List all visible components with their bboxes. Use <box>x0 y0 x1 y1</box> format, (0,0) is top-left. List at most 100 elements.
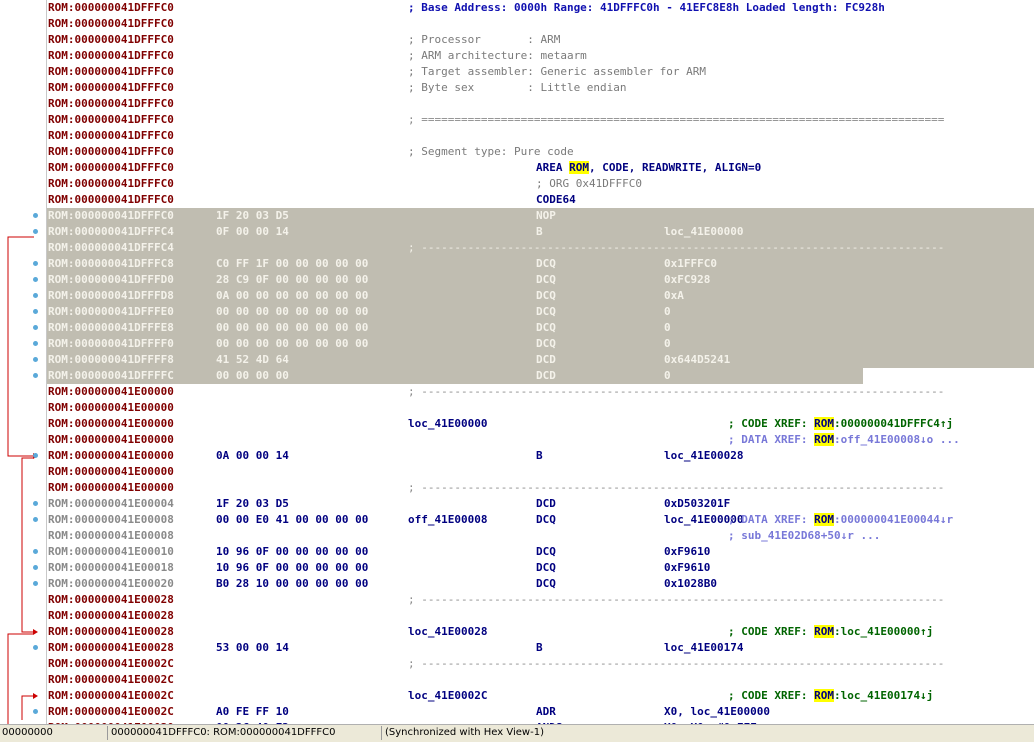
line-dot-icon <box>33 581 38 586</box>
row-operand: 0xF9610 <box>664 545 711 558</box>
row-mnemonic: DCQ <box>536 561 556 574</box>
status-offset: 00000000 <box>2 727 53 738</box>
row-label: loc_41E0002C <box>408 689 488 702</box>
line-dot-icon <box>33 325 38 330</box>
listing-row[interactable]: ROM:000000041E0002C ; -------------------… <box>47 656 1034 672</box>
row-address: ROM:000000041E0002C <box>48 657 174 670</box>
listing-row[interactable]: ROM:000000041DFFFD0 28 C9 0F 00 00 00 00 … <box>47 272 1034 288</box>
listing-row[interactable]: ROM:000000041E00008 ; sub_41E02D68+50↓r .… <box>47 528 1034 544</box>
line-dot-icon <box>33 453 38 458</box>
row-address: ROM:000000041DFFFD0 <box>48 273 174 286</box>
listing-row[interactable]: ROM:000000041DFFFC0 ; ARM architecture: m… <box>47 48 1034 64</box>
listing-row[interactable]: ROM:000000041E00000 ; DATA XREF: ROM:off_… <box>47 432 1034 448</box>
row-address: ROM:000000041DFFFD8 <box>48 289 174 302</box>
listing-row[interactable]: ROM:000000041E00028 <box>47 608 1034 624</box>
status-bar: 00000000 000000041DFFFC0: ROM:000000041D… <box>0 724 1034 742</box>
row-comment: ; ======================================… <box>408 113 945 126</box>
row-address: ROM:000000041DFFFC0 <box>48 17 174 30</box>
listing-row[interactable]: ROM:000000041DFFFC4 ; -------------------… <box>47 240 1034 256</box>
row-address: ROM:000000041E00000 <box>48 481 174 494</box>
line-dot-icon <box>33 309 38 314</box>
listing-row[interactable]: ROM:000000041E00010 10 96 0F 00 00 00 00 … <box>47 544 1034 560</box>
listing-row[interactable]: ROM:000000041DFFFE0 00 00 00 00 00 00 00 … <box>47 304 1034 320</box>
listing-row[interactable]: ROM:000000041E00028 loc_41E00028 ; CODE XR… <box>47 624 1034 640</box>
row-bytes: 0F 00 00 14 <box>216 225 289 238</box>
row-mnemonic: DCQ <box>536 337 556 350</box>
listing-row[interactable]: ROM:000000041DFFFF8 41 52 4D 64 DCD 0x644D5… <box>47 352 1034 368</box>
line-dot-icon <box>33 229 38 234</box>
row-bytes: 00 00 00 00 <box>216 369 289 382</box>
listing-row[interactable]: ROM:000000041DFFFC0 <box>47 16 1034 32</box>
listing-row[interactable]: ROM:000000041E00004 1F 20 03 D5 DCD 0xD5032… <box>47 496 1034 512</box>
listing-row[interactable]: ROM:000000041DFFFC0 ; ===================… <box>47 112 1034 128</box>
jump-arrow-line <box>21 457 34 633</box>
listing-row[interactable]: ROM:000000041DFFFC8 C0 FF 1F 00 00 00 00 … <box>47 256 1034 272</box>
row-address: ROM:000000041DFFFF0 <box>48 337 174 350</box>
listing-row[interactable]: ROM:000000041E00000 ; -------------------… <box>47 384 1034 400</box>
listing-row[interactable]: ROM:000000041E00008 00 00 E0 41 00 00 00 … <box>47 512 1034 528</box>
row-address: ROM:000000041DFFFC0 <box>48 177 174 190</box>
row-address: ROM:000000041DFFFC0 <box>48 97 174 110</box>
row-bytes: 1F 20 03 D5 <box>216 209 289 222</box>
listing-row[interactable]: ROM:000000041DFFFC0 ; Base Address: 0000h… <box>47 0 1034 16</box>
row-operand: 0 <box>664 369 671 382</box>
row-operand: loc_41E00000 <box>664 225 744 238</box>
listing-row[interactable]: ROM:000000041E00000 <box>47 400 1034 416</box>
listing-row[interactable]: ROM:000000041DFFFC0 CODE64 <box>47 192 1034 208</box>
listing-row[interactable]: ROM:000000041DFFFFC 00 00 00 00 DCD 0 <box>47 368 863 384</box>
row-bytes: 53 00 00 14 <box>216 641 289 654</box>
line-dot-icon <box>33 501 38 506</box>
row-address: ROM:000000041E00000 <box>48 465 174 478</box>
row-address: ROM:000000041E00000 <box>48 401 174 414</box>
listing-row[interactable]: ROM:000000041DFFFC4 0F 00 00 14 Bloc_41E00… <box>47 224 1034 240</box>
listing-row[interactable]: ROM:000000041E00000 loc_41E00000 ; CODE XR… <box>47 416 1034 432</box>
row-operand: 0 <box>664 305 671 318</box>
listing-row[interactable]: ROM:000000041DFFFC0 1F 20 03 D5 NOP <box>47 208 1034 224</box>
listing-row[interactable]: ROM:000000041DFFFC0 AREA ROM, CODE, READW… <box>47 160 1034 176</box>
row-address: ROM:000000041DFFFC4 <box>48 225 174 238</box>
row-address: ROM:000000041DFFFC0 <box>48 145 174 158</box>
listing-row[interactable]: ROM:000000041DFFFD8 0A 00 00 00 00 00 00 … <box>47 288 1034 304</box>
listing-row[interactable]: ROM:000000041E00000 <box>47 464 1034 480</box>
listing-row[interactable]: ROM:000000041E00018 10 96 0F 00 00 00 00 … <box>47 560 1034 576</box>
listing-row[interactable]: ROM:000000041DFFFF0 00 00 00 00 00 00 00 … <box>47 336 1034 352</box>
row-mnemonic: DCQ <box>536 257 556 270</box>
listing-row[interactable]: ROM:000000041DFFFC0 ; Byte sex : Little e… <box>47 80 1034 96</box>
listing-row[interactable]: ROM:000000041DFFFC0 ; Segment type: Pure … <box>47 144 1034 160</box>
line-dot-icon <box>33 277 38 282</box>
row-bytes: 00 00 00 00 00 00 00 00 <box>216 305 369 318</box>
listing-row[interactable]: ROM:000000041DFFFC0 <box>47 128 1034 144</box>
row-address: ROM:000000041E00000 <box>48 433 174 446</box>
listing-row[interactable]: ROM:000000041E00000 0A 00 00 14 Bloc_41E00… <box>47 448 1034 464</box>
listing-row[interactable]: ROM:000000041E0002C loc_41E0002C ; CODE XR… <box>47 688 1034 704</box>
listing-row[interactable]: ROM:000000041DFFFE8 00 00 00 00 00 00 00 … <box>47 320 1034 336</box>
listing-row[interactable]: ROM:000000041DFFFC0 <box>47 96 1034 112</box>
row-address: ROM:000000041E00018 <box>48 561 174 574</box>
row-comment: ; Processor : ARM <box>408 33 561 46</box>
row-mnemonic: DCQ <box>536 513 556 526</box>
row-address: ROM:000000041E00004 <box>48 497 174 510</box>
listing-row[interactable]: ROM:000000041E00020 B0 28 10 00 00 00 00 … <box>47 576 1034 592</box>
row-address: ROM:000000041E00028 <box>48 593 174 606</box>
listing-row[interactable]: ROM:000000041DFFFC0 ; Processor : ARM <box>47 32 1034 48</box>
row-mnemonic: DCD <box>536 497 556 510</box>
listing-row[interactable]: ROM:000000041DFFFC0 ; Target assembler: G… <box>47 64 1034 80</box>
line-dot-icon <box>33 261 38 266</box>
listing-row[interactable]: ROM:000000041E0002C A0 FE FF 10 ADR X0, loc… <box>47 704 1034 720</box>
line-dot-icon <box>33 341 38 346</box>
row-mnemonic: NOP <box>536 209 556 222</box>
listing-row[interactable]: ROM:000000041DFFFC0 ; ORG 0x41DFFFC0 <box>47 176 1034 192</box>
row-mnemonic: B <box>536 449 543 462</box>
listing-row[interactable]: ROM:000000041E00028 ; -------------------… <box>47 592 1034 608</box>
disassembly-listing[interactable]: ROM:000000041DFFFC0 ; Base Address: 0000h… <box>47 0 1034 724</box>
row-address: ROM:000000041DFFFE0 <box>48 305 174 318</box>
row-bytes: A0 FE FF 10 <box>216 705 289 718</box>
row-address: ROM:000000041DFFFF8 <box>48 353 174 366</box>
listing-row[interactable]: ROM:000000041E00000 ; -------------------… <box>47 480 1034 496</box>
row-address: ROM:000000041E0002C <box>48 689 174 702</box>
row-operand: 0xD503201F <box>664 497 731 510</box>
listing-row[interactable]: ROM:000000041E0002C <box>47 672 1034 688</box>
row-comment: ; Byte sex : Little endian <box>408 81 627 94</box>
row-comment: ; Segment type: Pure code <box>408 145 574 158</box>
listing-row[interactable]: ROM:000000041E00028 53 00 00 14 Bloc_41E00… <box>47 640 1034 656</box>
